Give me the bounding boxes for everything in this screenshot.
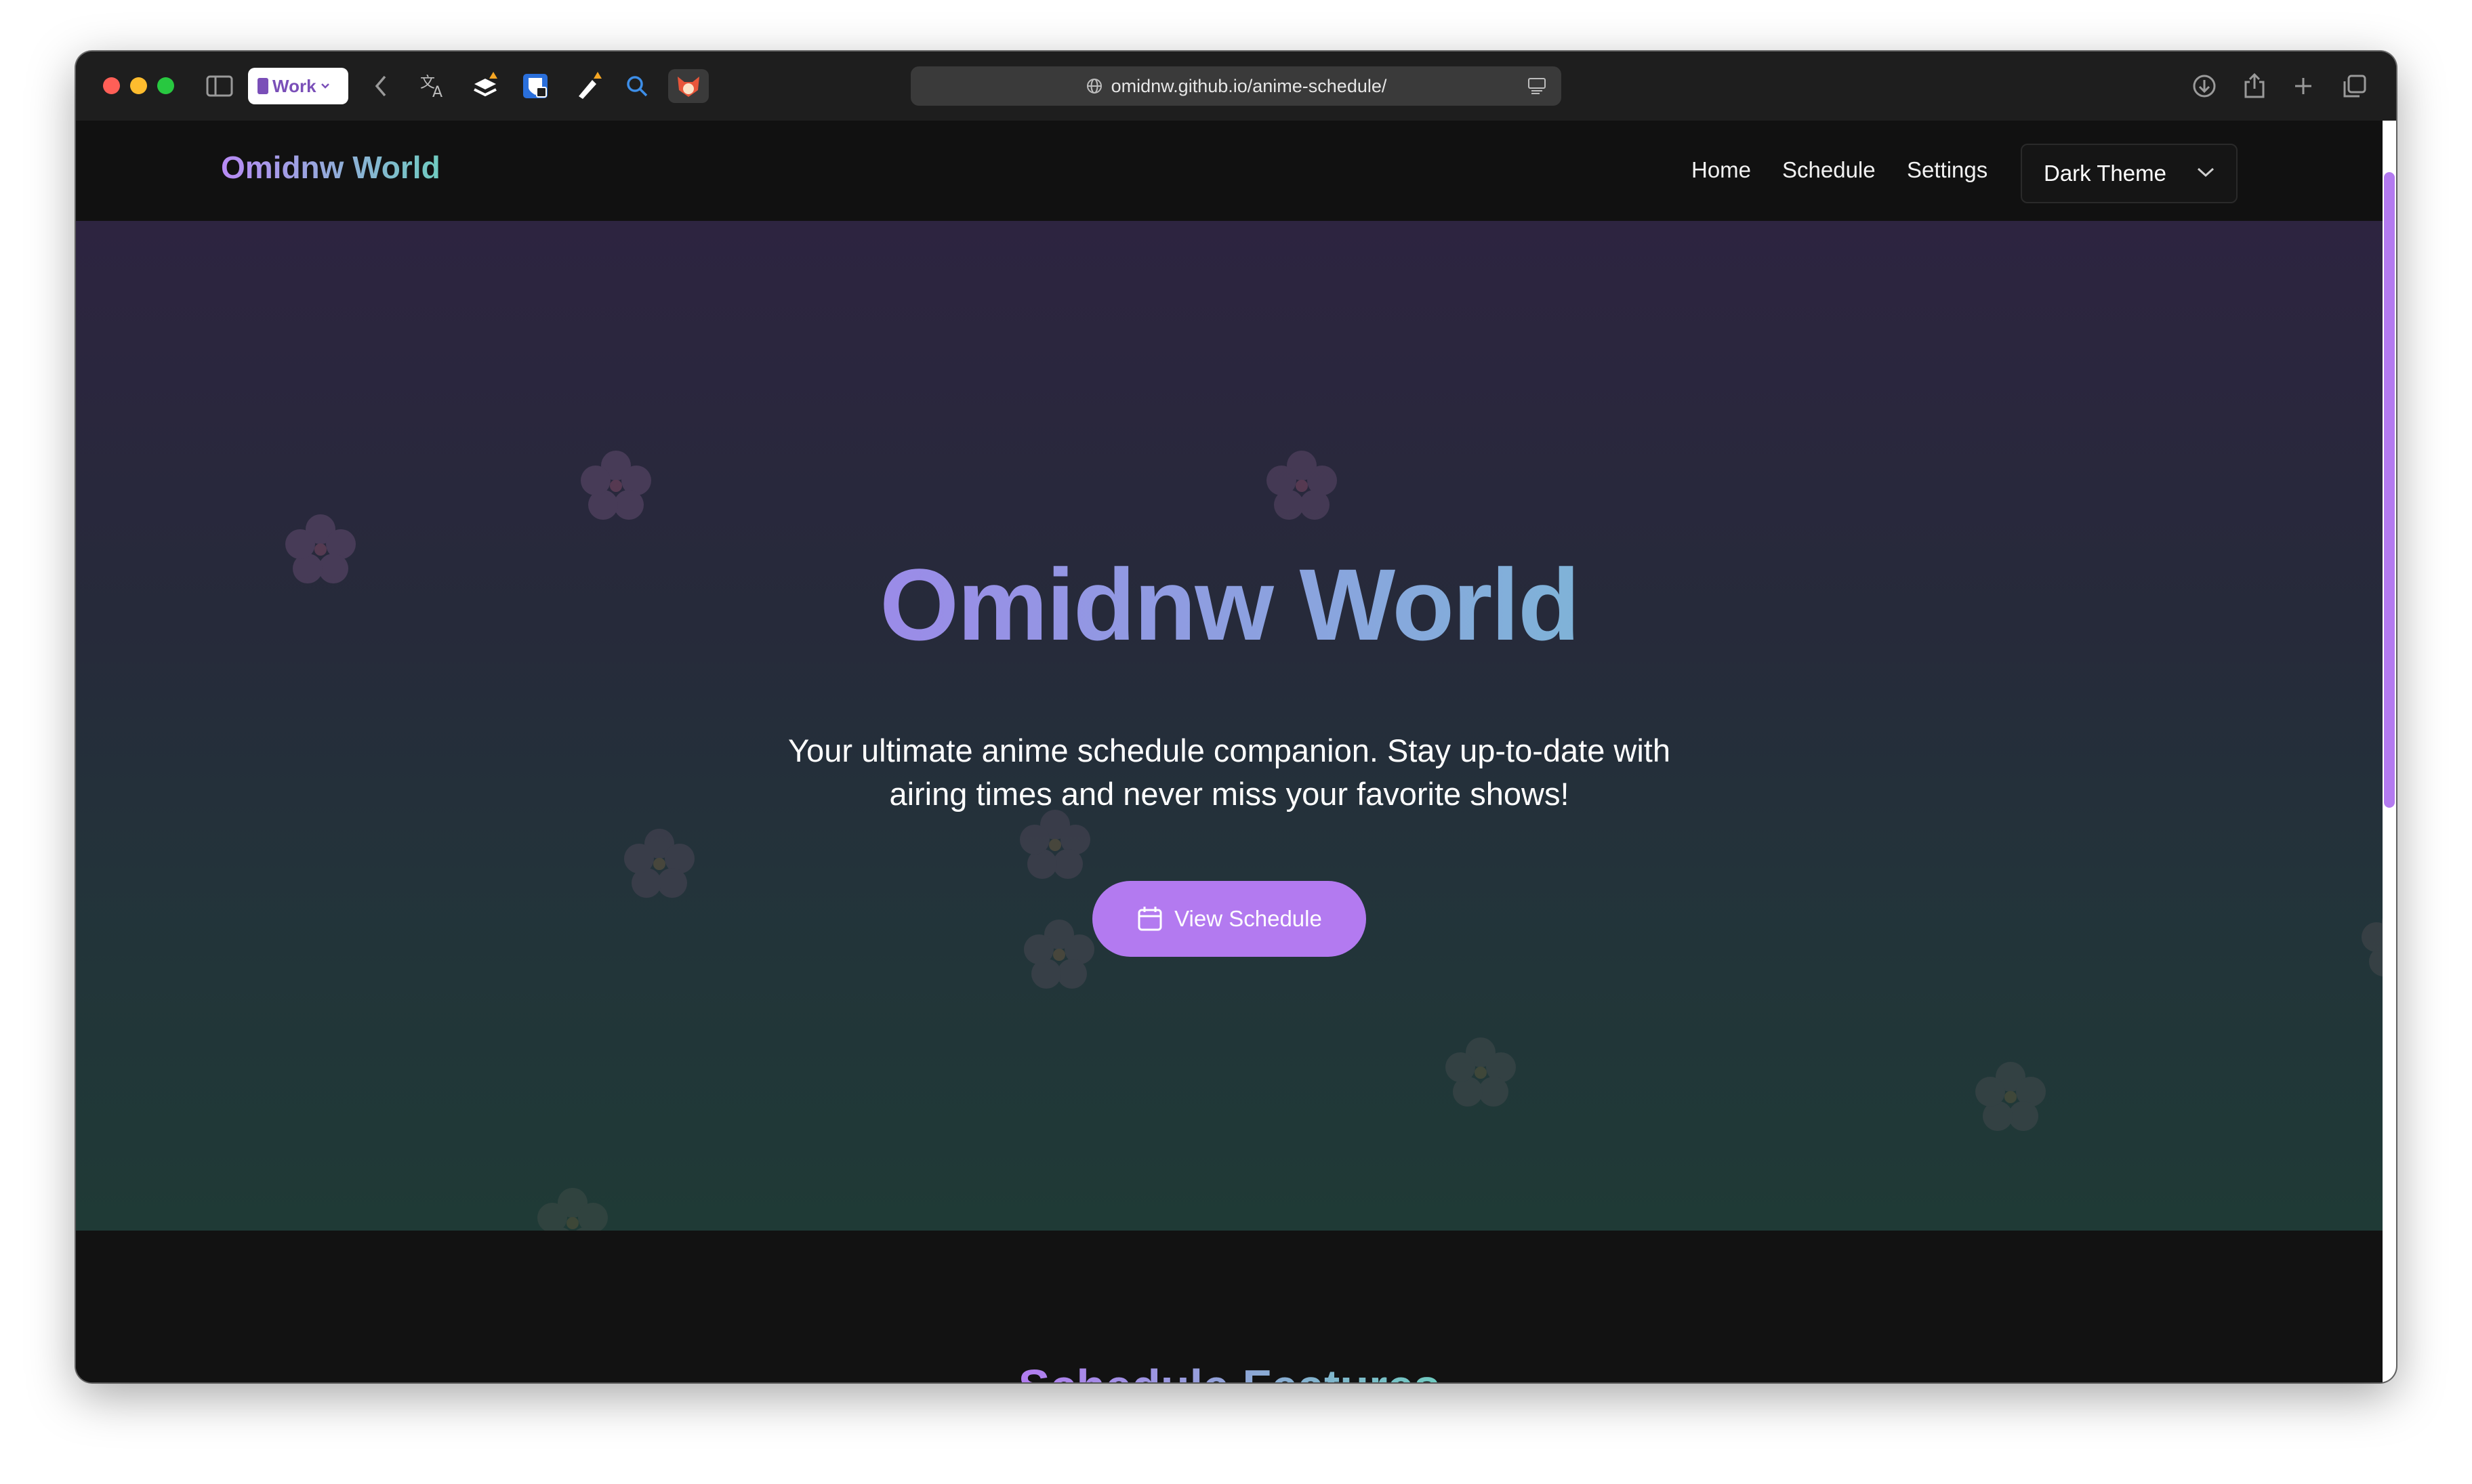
svg-text:A: A <box>432 84 442 100</box>
profile-badge-icon <box>258 78 268 94</box>
nav-link-home[interactable]: Home <box>1691 157 1751 183</box>
translate-icon[interactable]: 文A <box>419 69 449 103</box>
nav-link-schedule[interactable]: Schedule <box>1782 157 1876 183</box>
view-schedule-label: View Schedule <box>1174 906 1322 931</box>
new-tab-icon[interactable] <box>2293 69 2313 103</box>
sakura-flower-icon <box>581 451 651 520</box>
chevron-down-icon <box>2197 167 2214 178</box>
profile-switcher[interactable]: Work <box>248 68 348 104</box>
address-bar[interactable]: omidnw.github.io/anime-schedule/ <box>911 66 1561 106</box>
reader-mode-icon[interactable] <box>1527 77 1546 95</box>
site-navbar: Omidnw World Home Schedule Settings Dark… <box>76 121 2383 222</box>
scrollbar-thumb[interactable] <box>2384 172 2395 808</box>
sakura-flower-icon <box>1266 451 1337 520</box>
minimize-window-button[interactable] <box>130 77 147 94</box>
sakura-flower-icon <box>1024 920 1094 989</box>
site-logo[interactable]: Omidnw World <box>221 149 440 186</box>
calendar-icon <box>1138 907 1162 931</box>
sakura-flower-icon <box>2362 918 2383 976</box>
profile-label: Work <box>272 75 316 96</box>
sakura-flower-icon <box>1445 1037 1516 1107</box>
features-section: Schedule Features <box>76 1231 2383 1382</box>
browser-window: Work 文A omidnw.github.io/anime-schedule/ <box>76 51 2396 1382</box>
globe-icon <box>1086 79 1102 94</box>
tab-overview-icon[interactable] <box>2342 69 2368 103</box>
back-icon[interactable] <box>373 69 389 103</box>
view-schedule-button[interactable]: View Schedule <box>1092 881 1366 957</box>
hero-title: Omidnw World <box>880 548 1580 661</box>
sakura-flower-icon <box>1975 1062 2046 1131</box>
hero-section: Omidnw World Your ultimate anime schedul… <box>76 221 2383 1231</box>
nav-link-settings[interactable]: Settings <box>1907 157 1987 183</box>
url-text: omidnw.github.io/anime-schedule/ <box>1111 75 1387 96</box>
bitwarden-icon[interactable] <box>522 69 549 103</box>
theme-select-value: Dark Theme <box>2044 161 2166 186</box>
sidebar-icon[interactable] <box>206 69 233 103</box>
marker-icon[interactable] <box>573 69 604 103</box>
theme-select[interactable]: Dark Theme <box>2021 144 2238 203</box>
fox-extension-icon[interactable] <box>668 69 709 103</box>
zoom-window-button[interactable] <box>157 77 174 94</box>
browser-toolbar: Work 文A omidnw.github.io/anime-schedule/ <box>76 51 2396 121</box>
sakura-flower-icon <box>624 829 695 898</box>
layers-extension-icon[interactable] <box>470 69 501 103</box>
search-icon[interactable] <box>625 69 649 103</box>
hero-subtitle-line: Your ultimate anime schedule companion. … <box>788 733 1670 768</box>
hero-subtitle-line: airing times and never miss your favorit… <box>889 776 1569 812</box>
features-title: Schedule Features <box>76 1359 2383 1382</box>
share-icon[interactable] <box>2243 69 2266 103</box>
sakura-flower-icon <box>537 1188 608 1231</box>
download-icon[interactable] <box>2191 69 2217 103</box>
web-page: Omidnw World Home Schedule Settings Dark… <box>76 121 2383 1382</box>
close-window-button[interactable] <box>103 77 120 94</box>
hero-subtitle: Your ultimate anime schedule companion. … <box>754 729 1705 816</box>
chevron-down-icon <box>321 83 329 89</box>
